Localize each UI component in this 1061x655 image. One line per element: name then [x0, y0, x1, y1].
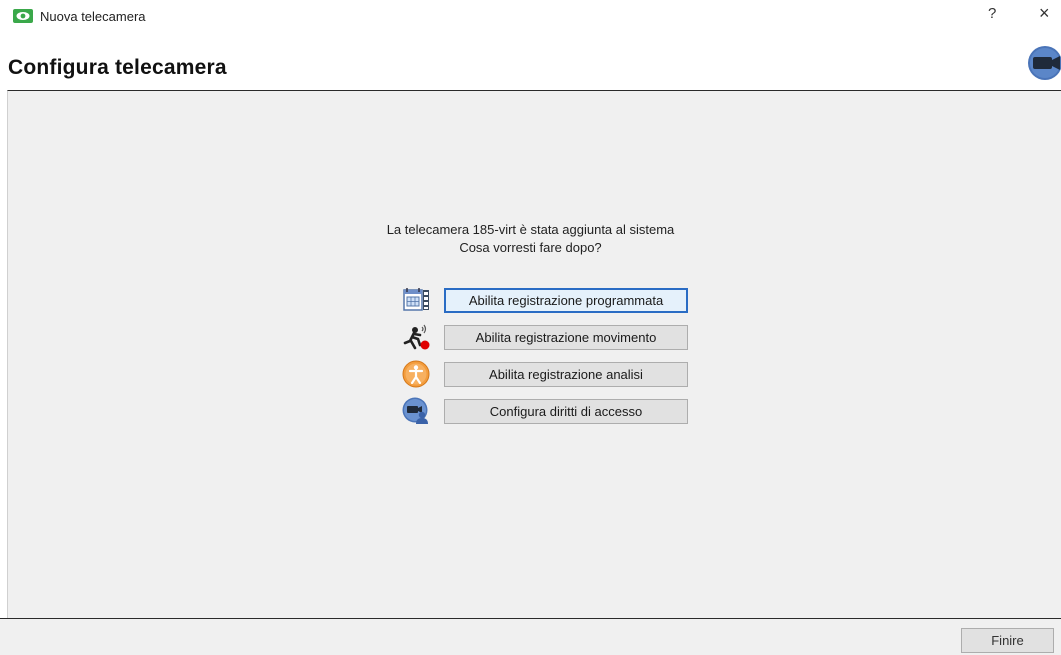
page-title: Configura telecamera — [8, 56, 227, 79]
eye-icon — [13, 9, 33, 23]
window-titlebar: Nuova telecamera ? × — [0, 0, 1061, 34]
finish-button[interactable]: Finire — [961, 628, 1054, 653]
help-button[interactable]: ? — [988, 5, 996, 22]
window-title: Nuova telecamera — [40, 9, 146, 24]
access-rights-icon — [402, 397, 428, 424]
configure-access-rights-button[interactable]: Configura diritti di accesso — [444, 399, 688, 424]
enable-motion-recording-button[interactable]: Abilita registrazione movimento — [444, 325, 688, 350]
close-button[interactable]: × — [1039, 4, 1050, 22]
question-message: Cosa vorresti fare dopo? — [459, 240, 602, 255]
analytics-person-icon — [402, 360, 430, 388]
enable-scheduled-recording-button[interactable]: Abilita registrazione programmata — [444, 288, 688, 313]
enable-analytics-recording-button[interactable]: Abilita registrazione analisi — [444, 362, 688, 387]
schedule-calendar-icon — [403, 288, 429, 311]
content-area — [7, 90, 1061, 619]
camera-icon — [1028, 46, 1061, 80]
wizard-footer: Finire — [0, 618, 1061, 655]
status-message: La telecamera 185-virt è stata aggiunta … — [386, 222, 675, 237]
wizard-header: Configura telecamera — [0, 34, 1061, 90]
motion-runner-icon — [403, 324, 430, 350]
